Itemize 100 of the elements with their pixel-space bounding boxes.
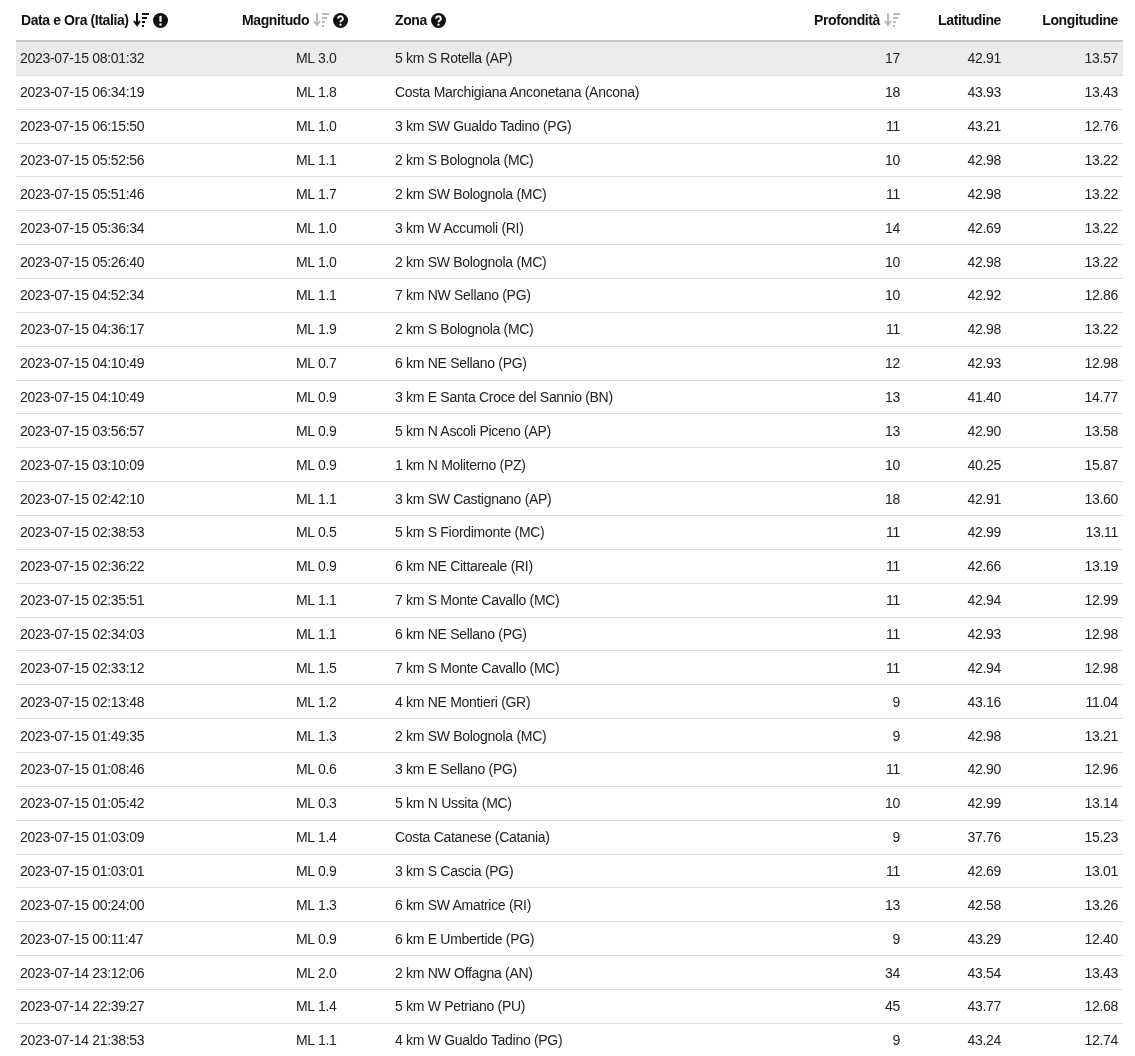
table-cell: 42.98	[967, 321, 1001, 338]
table-cell: 43.93	[967, 84, 1001, 101]
table-cell: 13.19	[1084, 558, 1118, 575]
table-cell: 2023-07-15 02:34:03	[20, 626, 145, 643]
table-cell: 7 km S Monte Cavallo (MC)	[395, 659, 560, 676]
help-icon[interactable]	[333, 12, 349, 28]
table-cell: ML 0.9	[296, 558, 337, 575]
table-cell: 43.24	[967, 1032, 1001, 1049]
table-cell: 2023-07-15 02:35:51	[20, 592, 145, 609]
table-cell: 2 km S Bolognola (MC)	[395, 321, 534, 338]
table-cell: 42.91	[967, 50, 1001, 67]
table-cell: 5 km W Petriano (PU)	[395, 998, 526, 1015]
column-header[interactable]: Latitudine	[938, 12, 1001, 28]
table-cell: 2023-07-15 03:56:57	[20, 422, 145, 439]
table-cell: 2 km S Bolognola (MC)	[395, 152, 534, 168]
table-cell: 15.87	[1084, 456, 1118, 473]
table-cell: ML 0.9	[296, 930, 337, 947]
column-header[interactable]: Magnitudo	[242, 12, 310, 28]
table-cell: 42.69	[967, 863, 1001, 880]
table-cell: 43.77	[967, 998, 1001, 1015]
table-cell: 43.54	[967, 964, 1001, 981]
table-cell: ML 1.0	[296, 219, 337, 236]
column-header[interactable]: Data e Ora (Italia)	[21, 12, 129, 28]
table-cell: 2023-07-15 01:49:35	[20, 727, 145, 744]
table-cell: 12.40	[1084, 930, 1118, 947]
table-cell: 42.90	[967, 422, 1001, 439]
table-cell: 43.16	[967, 693, 1001, 710]
table-cell: ML 0.9	[296, 863, 337, 880]
table-cell: 2023-07-15 05:26:40	[20, 253, 145, 270]
table-cell: 9	[892, 829, 900, 846]
column-header[interactable]: Zona	[395, 12, 427, 28]
column-header[interactable]: Profondità	[814, 12, 880, 28]
table-cell: 2023-07-15 01:03:01	[20, 863, 145, 880]
info-icon[interactable]	[152, 12, 168, 28]
table-cell: 10	[885, 456, 900, 473]
table-cell: 2023-07-15 02:36:22	[20, 558, 145, 575]
table-cell: Costa Catanese (Catania)	[395, 829, 550, 846]
table-cell: 34	[885, 964, 900, 981]
table-cell: ML 1.8	[296, 84, 337, 101]
table-cell: 6 km SW Amatrice (RI)	[395, 896, 532, 913]
sort-icon[interactable]	[132, 12, 149, 28]
table-cell: 12.98	[1084, 659, 1118, 676]
table-cell: 11	[886, 118, 900, 135]
table-cell: 42.99	[967, 524, 1001, 541]
table-cell: 42.98	[967, 727, 1001, 744]
table-cell: 3 km E Sellano (PG)	[395, 761, 517, 778]
help-icon[interactable]	[430, 12, 446, 28]
table-cell: ML 0.7	[296, 355, 337, 372]
table-cell: ML 1.7	[296, 185, 337, 202]
table-cell: Costa Marchigiana Anconetana (Ancona)	[395, 84, 640, 101]
table-cell: 3 km S Cascia (PG)	[395, 863, 514, 880]
table-cell: 13.57	[1084, 50, 1118, 67]
column-header[interactable]: Longitudine	[1042, 12, 1118, 28]
table-cell: 12.68	[1084, 998, 1118, 1015]
table-cell: 12.76	[1084, 118, 1118, 135]
table-cell: 13.43	[1084, 964, 1118, 981]
table-cell: 2023-07-14 21:38:53	[20, 1032, 145, 1049]
table-cell: 11	[886, 863, 900, 880]
table-cell: 5 km N Ascoli Piceno (AP)	[395, 422, 551, 439]
table-cell: 13.01	[1084, 863, 1118, 880]
table-cell: 5 km N Ussita (MC)	[395, 795, 512, 812]
table-cell: 6 km E Umbertide (PG)	[395, 930, 535, 947]
table-cell: 12	[885, 355, 900, 372]
table-cell: 42.90	[967, 761, 1001, 778]
table-cell: 12.98	[1084, 626, 1118, 643]
table-cell: 2023-07-15 02:33:12	[20, 659, 145, 676]
table-cell: 11	[886, 321, 900, 338]
table-cell: 42.99	[967, 795, 1001, 812]
table-cell: 13.21	[1084, 727, 1118, 744]
table-cell: 10	[885, 152, 900, 168]
table-cell: 2023-07-15 04:52:34	[20, 287, 145, 304]
table-cell: 2023-07-15 01:08:46	[20, 761, 145, 778]
table-cell: 2023-07-15 03:10:09	[20, 456, 145, 473]
table-cell: 3 km SW Castignano (AP)	[395, 490, 552, 507]
table-cell: 42.69	[967, 219, 1001, 236]
table-cell: ML 1.3	[296, 727, 337, 744]
table-cell: ML 0.9	[296, 422, 337, 439]
table-cell: ML 1.1	[296, 626, 337, 643]
table-cell: 40.25	[967, 456, 1001, 473]
table-cell: ML 0.5	[296, 524, 337, 541]
table-cell: 6 km NE Cittareale (RI)	[395, 558, 533, 575]
table-cell: 2023-07-15 06:34:19	[20, 84, 145, 101]
table-cell: 9	[892, 693, 900, 710]
table-cell: 13.58	[1084, 422, 1118, 439]
table-cell: 42.66	[967, 558, 1001, 575]
table-cell: 2023-07-14 23:12:06	[20, 964, 145, 981]
table-cell: 1 km N Moliterno (PZ)	[395, 456, 526, 473]
table-cell: 7 km S Monte Cavallo (MC)	[395, 592, 560, 609]
table-cell: ML 1.1	[296, 287, 337, 304]
table-cell: 11	[886, 761, 900, 778]
table-cell: 9	[892, 930, 900, 947]
table-cell: 42.91	[967, 490, 1001, 507]
table-cell: ML 0.6	[296, 761, 337, 778]
table-cell: 13.22	[1084, 185, 1118, 202]
table-cell: 12.86	[1084, 287, 1118, 304]
table-row[interactable]: 2023-07-15 08:01:32 ML 3.0 5 km S Rotella (AP) 17 42.91 13.57	[16, 42, 1123, 76]
table-cell: 2023-07-14 22:39:27	[20, 998, 145, 1015]
table-cell: ML 3.0	[296, 50, 337, 67]
table-cell: ML 1.1	[296, 592, 337, 609]
table-cell: 13.22	[1084, 321, 1118, 338]
